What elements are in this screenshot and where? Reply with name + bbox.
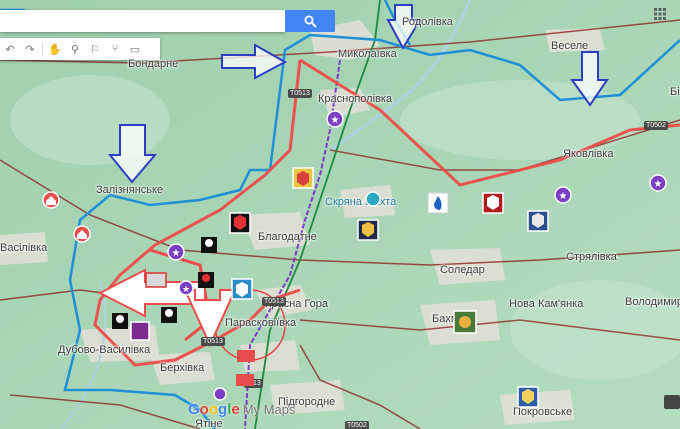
- shield-emblem-icon[interactable]: [527, 210, 549, 232]
- purple-star-icon[interactable]: ★: [649, 174, 667, 192]
- shield-emblem-icon[interactable]: [517, 386, 539, 408]
- purple-star-icon[interactable]: ★: [554, 186, 572, 204]
- skull-flag-icon[interactable]: [112, 313, 128, 329]
- unit-markers: ★ ★ ★ ★ ★: [42, 110, 667, 408]
- svg-text:★: ★: [182, 285, 190, 295]
- mine-icon[interactable]: [365, 191, 381, 207]
- shield-emblem-icon[interactable]: [231, 278, 253, 300]
- map-canvas[interactable]: ↶ ↷ ✋ ⚲ ⚐ ⑂ ▭ Бондарне Миколаївка Веселе…: [0, 0, 680, 429]
- shield-emblem-icon[interactable]: [482, 192, 504, 214]
- shield-emblem-icon[interactable]: [130, 321, 150, 341]
- flame-icon[interactable]: [427, 192, 449, 214]
- google-my-maps-watermark: Google My Maps: [188, 401, 296, 418]
- shield-emblem-icon[interactable]: [145, 272, 167, 288]
- skull-flag-icon[interactable]: [161, 307, 177, 323]
- shield-emblem-icon[interactable]: [292, 167, 314, 189]
- svg-text:★: ★: [172, 248, 181, 259]
- purple-star-icon[interactable]: ★: [178, 280, 194, 296]
- shield-emblem-icon[interactable]: [357, 219, 379, 241]
- svg-text:★: ★: [559, 191, 568, 202]
- purple-star-icon[interactable]: ★: [167, 243, 185, 261]
- red-marker-icon[interactable]: [236, 350, 255, 386]
- svg-text:★: ★: [331, 115, 340, 126]
- purple-star-icon[interactable]: [213, 387, 227, 401]
- svg-text:★: ★: [654, 179, 663, 190]
- skull-flag-icon[interactable]: [198, 272, 214, 288]
- purple-star-icon[interactable]: ★: [326, 110, 344, 128]
- skull-flag-icon[interactable]: [201, 237, 217, 253]
- shield-emblem-icon[interactable]: [229, 212, 251, 234]
- keyboard-shortcut-icon[interactable]: [664, 395, 680, 409]
- shield-emblem-icon[interactable]: [453, 310, 477, 334]
- home-icon[interactable]: [42, 191, 60, 209]
- home-icon[interactable]: [73, 225, 91, 243]
